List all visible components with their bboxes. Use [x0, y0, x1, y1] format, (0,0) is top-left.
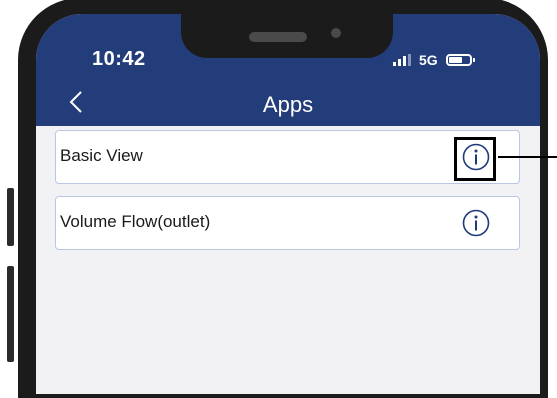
signal-bars-icon [393, 54, 411, 66]
network-type: 5G [419, 52, 438, 68]
phone-screen: 10:42 5G Apps Basic View Volume Flow(out… [36, 14, 540, 394]
page-title: Apps [262, 92, 314, 117]
status-time: 10:42 [92, 48, 146, 70]
app-header: 10:42 5G Apps [36, 14, 540, 126]
speaker-grille [249, 32, 307, 42]
info-button[interactable] [461, 208, 491, 238]
front-camera [331, 28, 341, 38]
app-item-label: Volume Flow(outlet) [60, 212, 211, 231]
app-item-volume-flow[interactable]: Volume Flow(outlet) [55, 196, 520, 250]
phone-side-button [7, 266, 14, 362]
app-item-label: Basic View [60, 146, 143, 165]
phone-side-button [7, 188, 14, 246]
status-indicators: 5G [393, 52, 475, 68]
app-item-basic-view[interactable]: Basic View [55, 130, 520, 184]
phone-notch [181, 14, 393, 58]
info-circle-icon [462, 209, 490, 237]
highlight-box [454, 137, 496, 181]
callout-line [498, 156, 557, 158]
battery-icon [445, 54, 475, 66]
